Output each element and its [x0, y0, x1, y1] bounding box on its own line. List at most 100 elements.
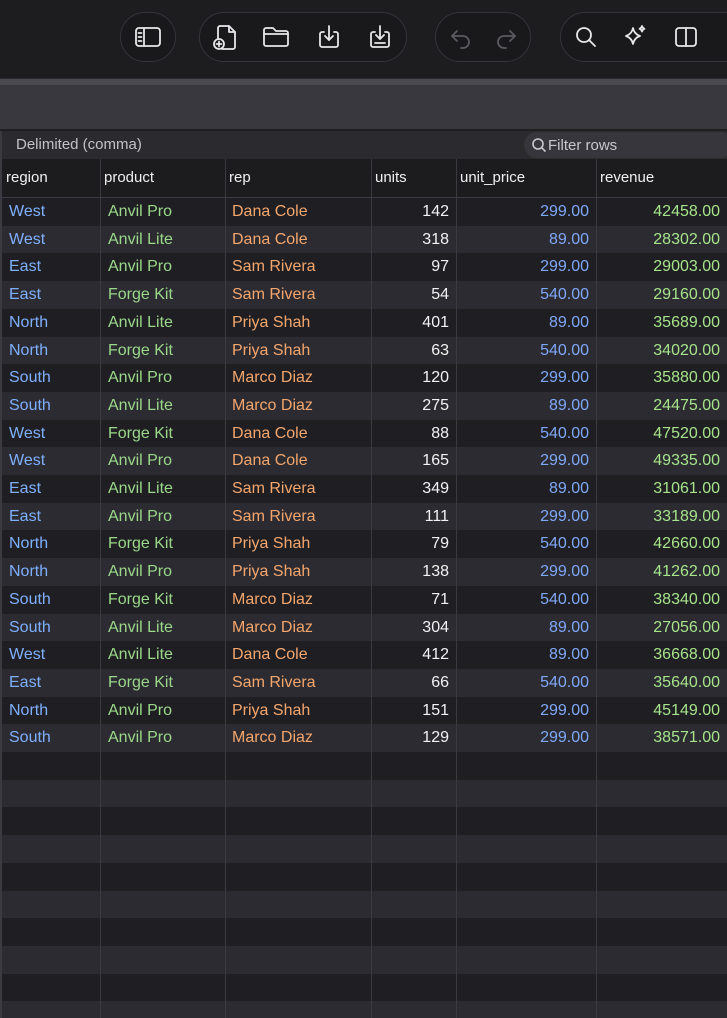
cell-region[interactable]: North	[9, 337, 48, 365]
cell-rep[interactable]: Sam Rivera	[232, 475, 316, 503]
cell-units[interactable]: 54	[431, 281, 449, 309]
cell-revenue[interactable]: 29160.00	[653, 281, 720, 309]
cell-revenue[interactable]: 28302.00	[653, 226, 720, 254]
sidebar-toggle-button[interactable]	[126, 13, 170, 61]
cell-rep[interactable]: Dana Cole	[232, 420, 308, 448]
cell-units[interactable]: 401	[422, 309, 449, 337]
search-button[interactable]	[564, 13, 608, 61]
cell-revenue[interactable]: 42458.00	[653, 198, 720, 226]
import-button[interactable]	[307, 13, 351, 61]
table-row[interactable]: North Anvil Lite Priya Shah 401 89.00 35689.0…	[0, 308, 727, 337]
column-header-rep[interactable]: rep	[225, 159, 371, 197]
cell-product[interactable]: Anvil Lite	[108, 614, 173, 642]
cell-product[interactable]: Forge Kit	[108, 530, 173, 558]
cell-units[interactable]: 138	[422, 558, 449, 586]
cell-units[interactable]: 88	[431, 420, 449, 448]
cell-revenue[interactable]: 42660.00	[653, 530, 720, 558]
cell-rep[interactable]: Sam Rivera	[232, 503, 316, 531]
empty-row[interactable]	[0, 1001, 727, 1018]
cell-units[interactable]: 318	[422, 226, 449, 254]
cell-unit-price[interactable]: 540.00	[540, 530, 589, 558]
table-row[interactable]: South Forge Kit Marco Diaz 71 540.00 38340.00	[0, 585, 727, 614]
cell-region[interactable]: West	[9, 641, 45, 669]
cell-units[interactable]: 151	[422, 697, 449, 725]
cell-units[interactable]: 63	[431, 337, 449, 365]
empty-row[interactable]	[0, 890, 727, 919]
cell-unit-price[interactable]: 540.00	[540, 337, 589, 365]
cell-unit-price[interactable]: 89.00	[549, 641, 589, 669]
column-header-revenue[interactable]: revenue	[596, 159, 727, 197]
column-header-units[interactable]: units	[371, 159, 456, 197]
empty-row[interactable]	[0, 918, 727, 946]
cell-product[interactable]: Anvil Pro	[108, 198, 172, 226]
format-label[interactable]: Delimited (comma)	[16, 136, 142, 153]
table-row[interactable]: East Forge Kit Sam Rivera 66 540.00 35640.00	[0, 668, 727, 697]
table-row[interactable]: North Forge Kit Priya Shah 79 540.00 42660.00	[0, 530, 727, 559]
cell-revenue[interactable]: 34020.00	[653, 337, 720, 365]
cell-region[interactable]: East	[9, 281, 41, 309]
table-row[interactable]: West Anvil Lite Dana Cole 412 89.00 36668.00	[0, 641, 727, 669]
undo-button[interactable]	[439, 13, 483, 61]
cell-units[interactable]: 111	[425, 503, 449, 531]
cell-rep[interactable]: Dana Cole	[232, 226, 308, 254]
cell-revenue[interactable]: 27056.00	[653, 614, 720, 642]
empty-row[interactable]	[0, 973, 727, 1002]
cell-units[interactable]: 120	[422, 364, 449, 392]
cell-revenue[interactable]: 38571.00	[653, 724, 720, 752]
cell-revenue[interactable]: 31061.00	[653, 475, 720, 503]
cell-unit-price[interactable]: 540.00	[540, 420, 589, 448]
column-divider[interactable]	[100, 159, 101, 1018]
table-row[interactable]: East Anvil Pro Sam Rivera 111 299.00 33189.00	[0, 502, 727, 531]
table-row[interactable]: East Forge Kit Sam Rivera 54 540.00 29160.00	[0, 281, 727, 309]
cell-rep[interactable]: Marco Diaz	[232, 392, 313, 420]
table-row[interactable]: North Forge Kit Priya Shah 63 540.00 34020.00	[0, 336, 727, 365]
cell-region[interactable]: West	[9, 226, 45, 254]
cell-unit-price[interactable]: 299.00	[540, 558, 589, 586]
cell-rep[interactable]: Priya Shah	[232, 530, 310, 558]
cell-revenue[interactable]: 38340.00	[653, 586, 720, 614]
table-row[interactable]: North Anvil Pro Priya Shah 138 299.00 41262.0…	[0, 558, 727, 586]
cell-region[interactable]: West	[9, 420, 45, 448]
cell-rep[interactable]: Marco Diaz	[232, 364, 313, 392]
cell-unit-price[interactable]: 299.00	[540, 724, 589, 752]
cell-rep[interactable]: Dana Cole	[232, 447, 308, 475]
column-divider[interactable]	[596, 159, 597, 1018]
cell-product[interactable]: Forge Kit	[108, 420, 173, 448]
export-button[interactable]	[358, 13, 402, 61]
table-row[interactable]: North Anvil Pro Priya Shah 151 299.00 45149.0…	[0, 696, 727, 725]
cell-region[interactable]: North	[9, 530, 48, 558]
table-row[interactable]: South Anvil Pro Marco Diaz 120 299.00 35880.0…	[0, 364, 727, 392]
table-row[interactable]: South Anvil Pro Marco Diaz 129 299.00 38571.0…	[0, 724, 727, 752]
cell-rep[interactable]: Sam Rivera	[232, 669, 316, 697]
cell-unit-price[interactable]: 299.00	[540, 503, 589, 531]
table-row[interactable]: West Anvil Lite Dana Cole 318 89.00 28302.00	[0, 225, 727, 254]
cell-units[interactable]: 412	[422, 641, 449, 669]
cell-product[interactable]: Anvil Lite	[108, 475, 173, 503]
filter-field[interactable]	[524, 132, 727, 158]
column-divider[interactable]	[225, 159, 226, 1018]
cell-units[interactable]: 165	[422, 447, 449, 475]
empty-row[interactable]	[0, 835, 727, 863]
cell-product[interactable]: Forge Kit	[108, 281, 173, 309]
cell-revenue[interactable]: 36668.00	[653, 641, 720, 669]
cell-unit-price[interactable]: 89.00	[549, 614, 589, 642]
cell-product[interactable]: Anvil Pro	[108, 253, 172, 281]
cell-unit-price[interactable]: 540.00	[540, 669, 589, 697]
cell-unit-price[interactable]: 89.00	[549, 475, 589, 503]
cell-region[interactable]: South	[9, 724, 51, 752]
cell-unit-price[interactable]: 299.00	[540, 253, 589, 281]
cell-product[interactable]: Anvil Lite	[108, 226, 173, 254]
cell-region[interactable]: North	[9, 309, 48, 337]
column-header-region[interactable]: region	[2, 159, 100, 197]
column-header-unit-price[interactable]: unit_price	[456, 159, 596, 197]
cell-region[interactable]: East	[9, 253, 41, 281]
cell-revenue[interactable]: 35880.00	[653, 364, 720, 392]
cell-rep[interactable]: Marco Diaz	[232, 586, 313, 614]
cell-region[interactable]: South	[9, 614, 51, 642]
table-row[interactable]: East Anvil Pro Sam Rivera 97 299.00 29003.00	[0, 253, 727, 282]
cell-rep[interactable]: Marco Diaz	[232, 724, 313, 752]
cell-product[interactable]: Forge Kit	[108, 586, 173, 614]
table-row[interactable]: South Anvil Lite Marco Diaz 275 89.00 24475.0…	[0, 391, 727, 420]
cell-revenue[interactable]: 33189.00	[653, 503, 720, 531]
cell-rep[interactable]: Priya Shah	[232, 558, 310, 586]
